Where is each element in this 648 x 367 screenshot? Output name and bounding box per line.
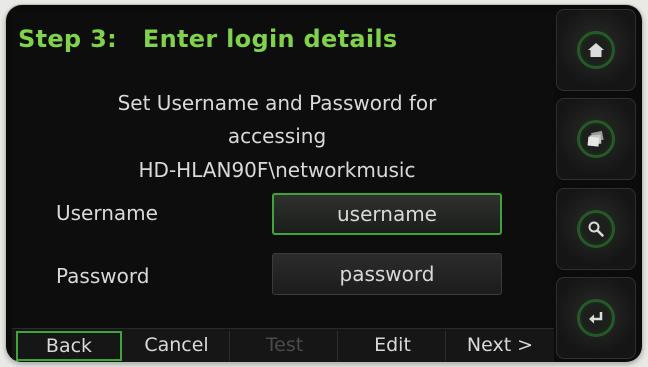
browse-icon — [587, 130, 604, 147]
softkey-bar: Back Cancel Test Edit Next > — [12, 328, 554, 362]
message-line-1: Set Username and Password for — [117, 91, 437, 115]
edit-button[interactable]: Edit — [340, 331, 446, 361]
touch-screen: Step 3: Enter login details Set Username… — [12, 11, 554, 362]
password-label: Password — [56, 264, 150, 288]
password-field[interactable]: password — [272, 253, 502, 295]
search-icon — [588, 221, 604, 237]
browse-button[interactable] — [556, 98, 636, 180]
page-title: Step 3: Enter login details — [18, 25, 398, 53]
username-label: Username — [56, 201, 158, 225]
back-button[interactable]: Back — [16, 331, 122, 361]
device-bezel: Step 3: Enter login details Set Username… — [6, 5, 642, 362]
home-icon — [588, 43, 604, 57]
message-line-2: accessing — [227, 124, 327, 148]
message-line-3: HD-HLAN90F\networkmusic — [138, 158, 416, 182]
username-field[interactable]: username — [272, 193, 502, 235]
enter-button[interactable] — [556, 277, 636, 359]
cancel-button[interactable]: Cancel — [124, 331, 230, 361]
next-button[interactable]: Next > — [448, 331, 552, 361]
test-button[interactable]: Test — [232, 331, 338, 361]
search-button[interactable] — [556, 188, 636, 270]
home-button[interactable] — [556, 9, 636, 91]
enter-icon — [589, 312, 603, 324]
